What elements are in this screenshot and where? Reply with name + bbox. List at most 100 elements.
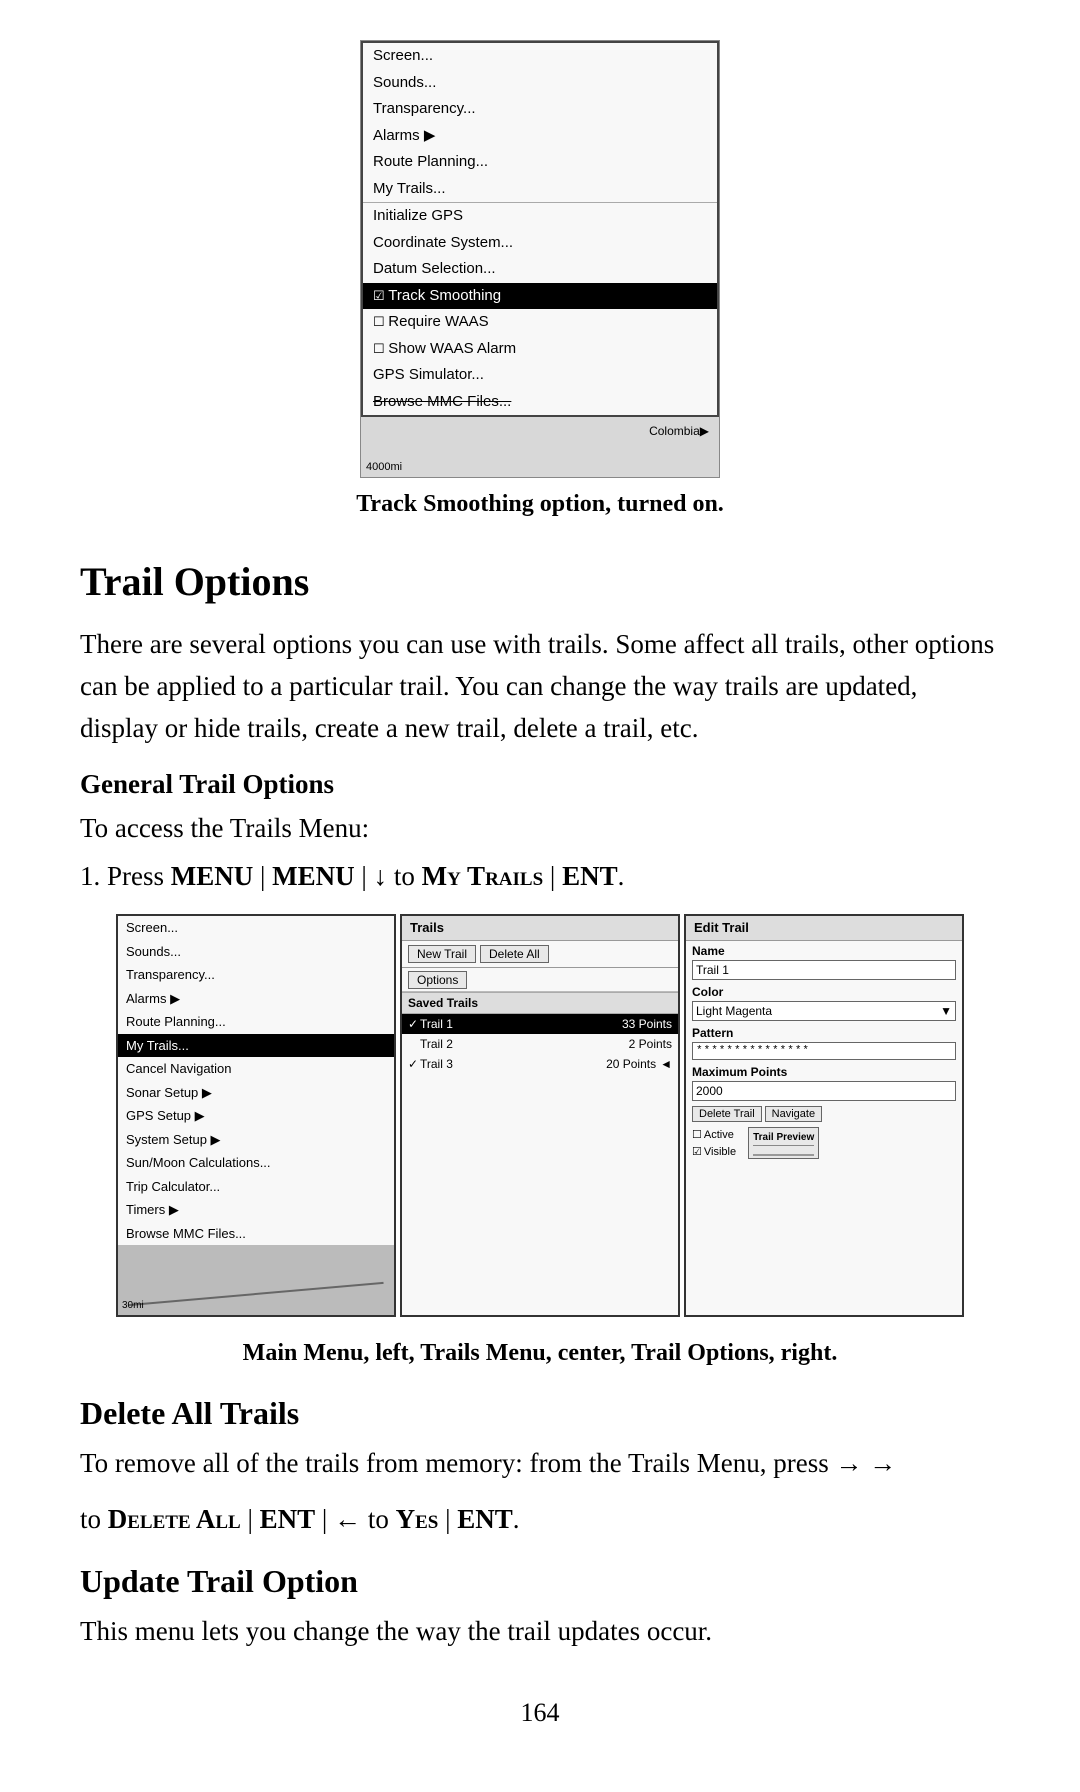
lp-map-scale: 30mi	[122, 1298, 144, 1313]
delete-all-sep3: |	[438, 1504, 457, 1534]
menu-coordinate-system[interactable]: Coordinate System...	[363, 230, 717, 257]
active-checkbox-row[interactable]: ☐ Active	[692, 1127, 736, 1144]
update-text: This menu lets you change the way the tr…	[80, 1611, 1000, 1653]
lp-cancel-nav[interactable]: Cancel Navigation	[118, 1057, 394, 1081]
center-panel: Trails New Trail Delete All Options Save…	[400, 914, 680, 1317]
lp-system-setup[interactable]: System Setup	[118, 1128, 394, 1152]
color-value[interactable]: Light Magenta ▼	[692, 1001, 956, 1021]
menu-initialize-gps[interactable]: Initialize GPS	[363, 202, 717, 230]
update-title: Update Trail Option	[80, 1557, 1000, 1605]
pattern-value[interactable]: ***************	[692, 1042, 956, 1061]
lp-alarms[interactable]: Alarms	[118, 987, 394, 1011]
section-title: Trail Options	[80, 552, 1000, 612]
step1-menu2: MENU	[272, 861, 355, 891]
trail2-name: Trail 2	[420, 1035, 629, 1053]
top-scale-label: 4000mi	[366, 459, 402, 476]
trail-preview-line	[753, 1148, 814, 1156]
menu-transparency[interactable]: Transparency...	[363, 96, 717, 123]
body-paragraph: There are several options you can use wi…	[80, 624, 1000, 750]
visible-checkbox-label: Visible	[704, 1144, 736, 1161]
menu-browse-mmc[interactable]: Browse MMC Files...	[363, 389, 717, 416]
lp-sonar-setup[interactable]: Sonar Setup	[118, 1081, 394, 1105]
menu-screen[interactable]: Screen...	[363, 43, 717, 70]
lp-timers[interactable]: Timers	[118, 1198, 394, 1222]
delete-all-text1: To remove all of the trails from memory:…	[80, 1448, 862, 1478]
saved-trails-header: Saved Trails	[402, 992, 678, 1014]
colombia-label: Colombia▶	[649, 422, 709, 440]
delete-all-text2-line: to Delete All | ENT | ← to Yes | ENT.	[80, 1499, 1000, 1541]
left-panel: Screen... Sounds... Transparency... Alar…	[116, 914, 396, 1317]
menu-show-waas-alarm[interactable]: Show WAAS Alarm	[363, 336, 717, 363]
active-checkbox-label: Active	[704, 1127, 734, 1144]
max-points-value[interactable]: 2000	[692, 1081, 956, 1101]
trail-row-2[interactable]: Trail 2 2 Points	[402, 1034, 678, 1054]
menu-route-planning[interactable]: Route Planning...	[363, 149, 717, 176]
lp-my-trails[interactable]: My Trails...	[118, 1034, 394, 1058]
lp-route-planning[interactable]: Route Planning...	[118, 1010, 394, 1034]
three-panel-caption: Main Menu, left, Trails Menu, center, Tr…	[80, 1335, 1000, 1371]
trail1-check: ✓	[408, 1015, 420, 1033]
lp-screen[interactable]: Screen...	[118, 916, 394, 940]
lp-transparency[interactable]: Transparency...	[118, 963, 394, 987]
trail-row-1[interactable]: ✓ Trail 1 33 Points	[402, 1014, 678, 1034]
menu-gps-simulator[interactable]: GPS Simulator...	[363, 362, 717, 389]
delete-all-text: To remove all of the trails from memory:…	[80, 1443, 1000, 1485]
visible-checkbox-icon: ☑	[692, 1144, 702, 1161]
lp-sunmoon[interactable]: Sun/Moon Calculations...	[118, 1151, 394, 1175]
options-button[interactable]: Options	[408, 971, 467, 989]
lp-trip-calc[interactable]: Trip Calculator...	[118, 1175, 394, 1199]
navigate-button[interactable]: Navigate	[765, 1106, 822, 1122]
step1: 1. Press MENU | MENU | ↓ to My Trails | …	[80, 856, 1000, 897]
delete-trail-button[interactable]: Delete Trail	[692, 1106, 762, 1122]
edit-trail-header: Edit Trail	[686, 916, 962, 941]
menu-sounds[interactable]: Sounds...	[363, 70, 717, 97]
trails-header: Trails	[402, 916, 678, 941]
step1-period: .	[618, 861, 625, 891]
name-value[interactable]: Trail 1	[692, 960, 956, 980]
top-screenshot-container: Screen... Sounds... Transparency... Alar…	[80, 40, 1000, 522]
general-trail-options-heading: General Trail Options	[80, 764, 1000, 805]
lp-gps-setup[interactable]: GPS Setup	[118, 1104, 394, 1128]
name-label: Name	[686, 941, 962, 960]
trail1-points: 33 Points	[622, 1015, 672, 1033]
trail2-points: 2 Points	[629, 1035, 672, 1053]
max-points-label: Maximum Points	[686, 1062, 962, 1081]
delete-all-sep2: | ← to	[315, 1504, 395, 1534]
visible-checkbox-row[interactable]: ☑ Visible	[692, 1144, 736, 1161]
trail3-points: 20 Points	[606, 1055, 656, 1073]
top-screenshot: Screen... Sounds... Transparency... Alar…	[360, 40, 720, 478]
color-dropdown-icon: ▼	[940, 1002, 952, 1020]
step1-ent: ENT	[562, 861, 618, 891]
menu-my-trails[interactable]: My Trails...	[363, 176, 717, 203]
lp-browse-mmc[interactable]: Browse MMC Files...	[118, 1222, 394, 1246]
step1-mytrails: My Trails	[422, 861, 544, 891]
top-screenshot-caption: Track Smoothing option, turned on.	[356, 486, 724, 522]
delete-all-sep1: |	[241, 1504, 260, 1534]
menu-require-waas[interactable]: Require WAAS	[363, 309, 717, 336]
delete-all-button[interactable]: Delete All	[480, 945, 549, 963]
step1-sep2: | ↓ to	[361, 861, 421, 891]
menu-track-smoothing[interactable]: Track Smoothing	[363, 283, 717, 310]
delete-all-bold1: Delete All	[108, 1504, 241, 1534]
trail-preview-label: Trail Preview	[753, 1130, 814, 1146]
to-access-text: To access the Trails Menu:	[80, 808, 1000, 850]
trail1-name: Trail 1	[420, 1015, 622, 1033]
delete-all-ent1: ENT	[260, 1504, 316, 1534]
new-trail-button[interactable]: New Trail	[408, 945, 476, 963]
menu-datum-selection[interactable]: Datum Selection...	[363, 256, 717, 283]
trails-buttons: New Trail Delete All	[402, 941, 678, 968]
step1-sep1: |	[260, 861, 272, 891]
color-label: Color	[686, 982, 962, 1001]
delete-all-title: Delete All Trails	[80, 1389, 1000, 1437]
pattern-label: Pattern	[686, 1023, 962, 1042]
lp-map: 30mi	[118, 1245, 394, 1315]
menu-alarms[interactable]: Alarms	[363, 123, 717, 150]
trail3-arrow: ◄	[660, 1055, 672, 1073]
step1-menu: MENU	[171, 861, 254, 891]
trail-row-3[interactable]: ✓ Trail 3 20 Points ◄	[402, 1054, 678, 1074]
step1-text: 1. Press	[80, 861, 164, 891]
three-panel-screenshots: Screen... Sounds... Transparency... Alar…	[80, 914, 1000, 1317]
top-menu-box: Screen... Sounds... Transparency... Alar…	[361, 41, 719, 417]
checkbox-col: ☐ Active ☑ Visible	[692, 1127, 736, 1160]
lp-sounds[interactable]: Sounds...	[118, 940, 394, 964]
